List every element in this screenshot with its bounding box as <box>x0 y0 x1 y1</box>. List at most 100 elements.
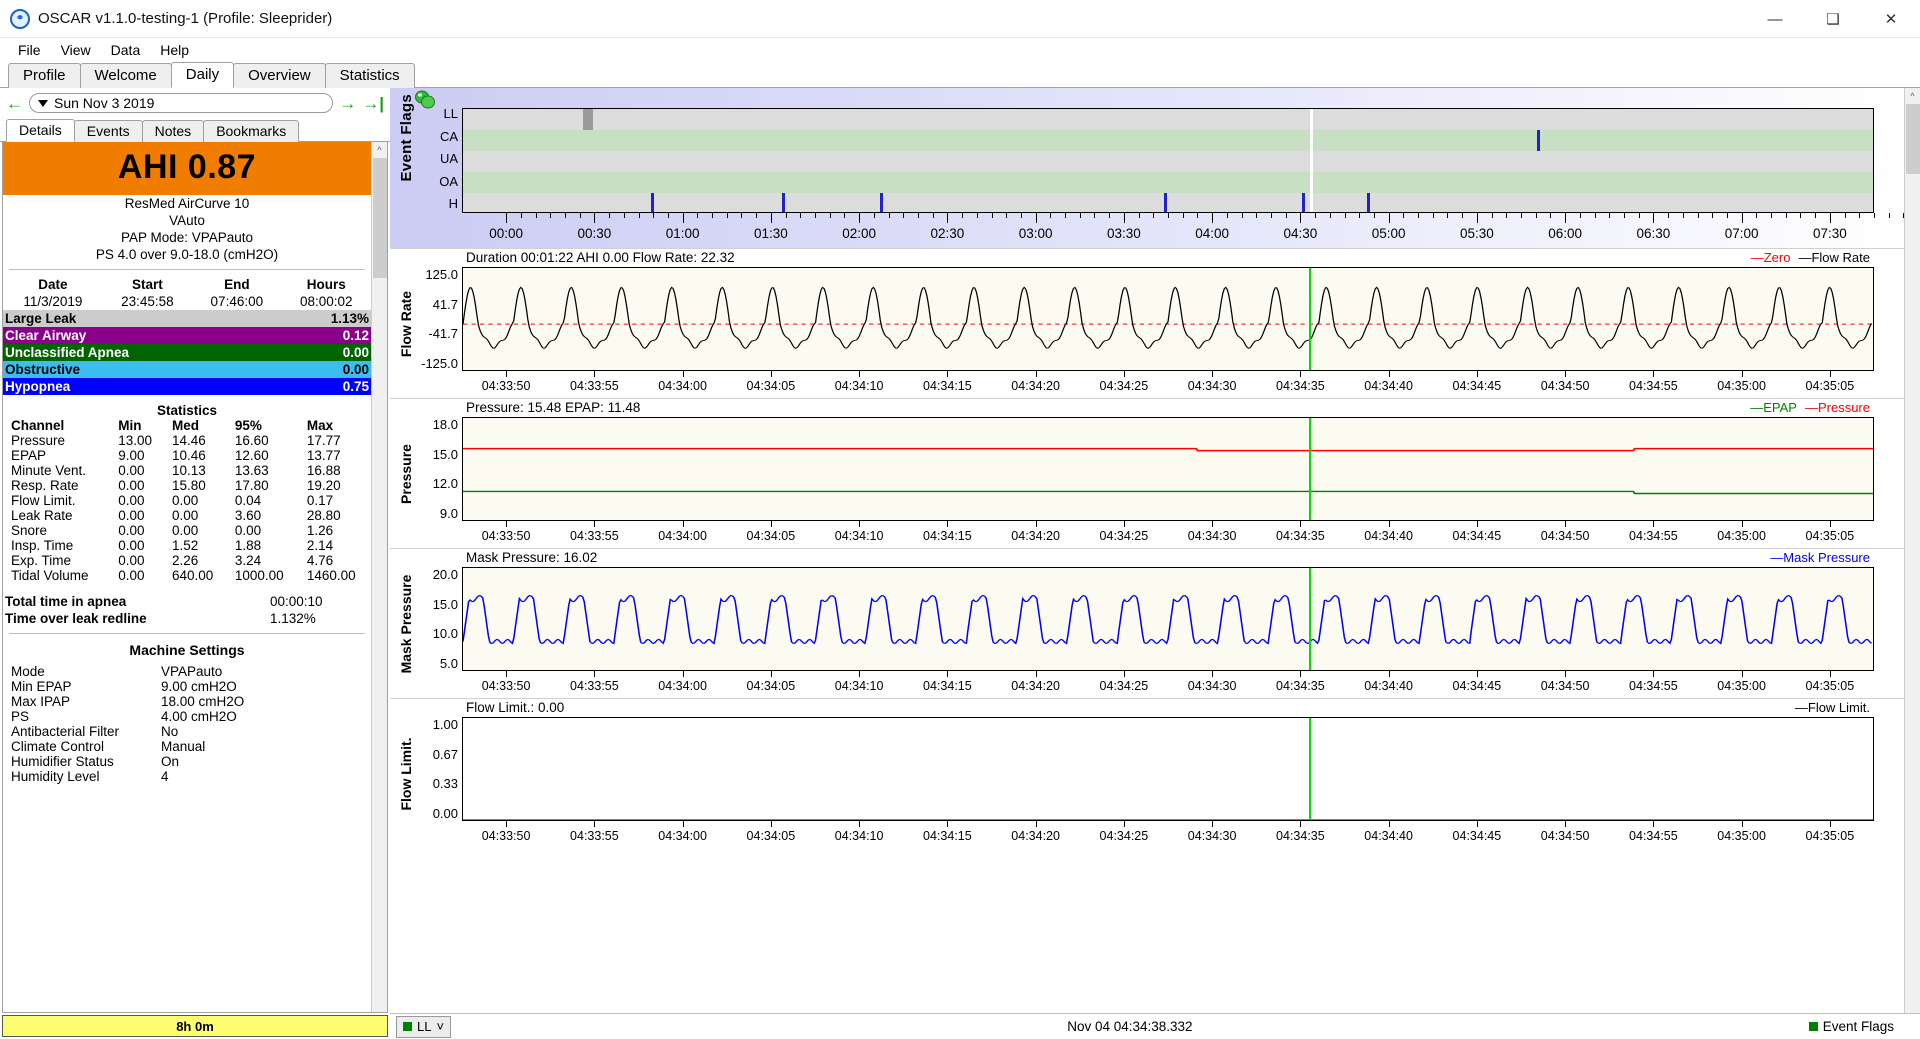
pressure-plot[interactable] <box>462 417 1874 521</box>
arrow-right-icon[interactable]: → <box>339 95 356 112</box>
legend-entry[interactable]: —Flow Limit. <box>1795 700 1870 715</box>
scroll-up-icon[interactable]: ^ <box>372 142 387 158</box>
tab-daily[interactable]: Daily <box>170 62 235 88</box>
charts-scrollbar[interactable]: ^ <box>1904 88 1920 1013</box>
flow-limit-cursor[interactable] <box>1309 718 1311 820</box>
axis-minor-tick <box>888 213 890 218</box>
stats-value: 0.17 <box>306 493 334 508</box>
menu-data[interactable]: Data <box>101 40 151 60</box>
axis-tick <box>594 521 596 527</box>
event-flags-chart[interactable]: Event Flags LL CA UA OA H 00:00 00:30 01:00 01:… <box>390 88 1905 248</box>
sub-tab-bar: Details Events Notes Bookmarks <box>0 118 390 142</box>
menu-help[interactable]: Help <box>150 40 199 60</box>
axis-label: 04:35:00 <box>1717 379 1766 393</box>
axis-tick <box>1123 671 1125 677</box>
total-label: Total time in apnea <box>5 594 127 609</box>
session-value-row: 11/3/2019 23:45:58 07:46:00 08:00:02 <box>3 293 371 310</box>
axis-minor-tick <box>903 213 905 218</box>
maximize-button[interactable]: ❑ <box>1804 0 1862 38</box>
axis-label: 04:35:05 <box>1805 529 1855 543</box>
legend-entry[interactable]: —Zero <box>1751 250 1791 265</box>
flow-rate-plot[interactable] <box>462 267 1874 371</box>
main-tab-bar: Profile Welcome Daily Overview Statistic… <box>0 62 1920 88</box>
axis-minor-tick <box>1462 213 1464 218</box>
axis-tick <box>1741 821 1743 827</box>
event-label: Large Leak <box>5 311 77 326</box>
chevron-down-icon[interactable] <box>38 99 48 107</box>
date-selector[interactable]: Sun Nov 3 2019 <box>29 93 334 113</box>
axis-minor-tick <box>1682 213 1684 218</box>
axis-minor-tick <box>712 213 714 218</box>
tab-welcome[interactable]: Welcome <box>79 63 172 88</box>
axis-minor-tick <box>1800 213 1802 218</box>
tab-overview[interactable]: Overview <box>233 63 326 88</box>
val-date: 11/3/2019 <box>23 294 83 309</box>
event-flags-plot[interactable] <box>462 108 1874 213</box>
legend-entry[interactable]: —Mask Pressure <box>1770 550 1870 565</box>
flow-rate-chart[interactable]: Flow Rate 125.0 41.7 -41.7 -125.0 Duration 00… <box>390 248 1904 398</box>
axis-label: 04:34:25 <box>1099 379 1149 393</box>
subtab-notes[interactable]: Notes <box>141 120 205 142</box>
mask-pressure-plot[interactable] <box>462 567 1874 671</box>
event-flags-cursor[interactable] <box>1310 109 1314 212</box>
axis-tick <box>1829 213 1831 223</box>
pressure-cursor[interactable] <box>1309 418 1311 520</box>
menu-file[interactable]: File <box>8 40 51 60</box>
flow-limit-chart[interactable]: Flow Limit. 1.00 0.67 0.33 0.00 Flow Limit.: … <box>390 698 1904 848</box>
stats-value: 0.00 <box>171 493 199 508</box>
event-row-label: UA <box>439 151 458 166</box>
stats-header-row: Channel Min Med 95% Max <box>3 418 371 433</box>
details-scrollbar[interactable]: ^ <box>371 142 387 1012</box>
axis-label: 00:00 <box>489 226 524 241</box>
stats-value: 4.76 <box>306 553 334 568</box>
total-row: Total time in apnea 00:00:10 <box>3 593 371 610</box>
tab-profile[interactable]: Profile <box>8 63 81 88</box>
axis-minor-tick <box>917 213 919 218</box>
pin-icon[interactable] <box>414 90 436 116</box>
axis-tick <box>1300 671 1302 677</box>
ahi-banner: AHI 0.87 <box>3 142 371 195</box>
close-button[interactable]: ✕ <box>1862 0 1920 38</box>
charts-scroll-up-icon[interactable]: ^ <box>1905 88 1920 104</box>
axis-tick <box>947 213 949 223</box>
stats-value: 1.88 <box>234 538 262 553</box>
subtab-details[interactable]: Details <box>6 119 75 142</box>
tab-statistics[interactable]: Statistics <box>324 63 415 88</box>
minimize-button[interactable]: — <box>1746 0 1804 38</box>
axis-minor-tick <box>1226 213 1228 218</box>
axis-tick <box>1829 671 1831 677</box>
stats-row: EPAP 9.00 10.46 12.60 13.77 <box>3 448 371 463</box>
charts-scrollbar-thumb[interactable] <box>1906 104 1920 174</box>
machine-setting-row: Mode VPAPauto <box>3 664 371 679</box>
chevron-down-icon[interactable]: ˅ <box>436 1019 444 1034</box>
event-marker <box>1537 130 1541 151</box>
arrow-end-icon[interactable]: →| <box>362 95 384 112</box>
stats-col-min: Min <box>118 418 142 433</box>
legend-entry[interactable]: —Flow Rate <box>1798 250 1870 265</box>
pressure-chart[interactable]: Pressure 18.0 15.0 12.0 9.0 Pressure: 15.48 E… <box>390 398 1904 548</box>
axis-tick <box>859 213 861 223</box>
mask-pressure-cursor[interactable] <box>1309 568 1311 670</box>
mask-pressure-x-labels: 04:33:50 04:33:55 04:34:00 04:34:05 04:34:10… <box>462 679 1874 695</box>
stats-value: 12.60 <box>234 448 269 463</box>
y-tick-label: 9.0 <box>439 505 458 521</box>
subtab-bookmarks[interactable]: Bookmarks <box>203 120 300 142</box>
axis-tick <box>947 521 949 527</box>
event-value: 0.00 <box>342 345 369 360</box>
flow-rate-cursor[interactable] <box>1309 268 1311 370</box>
axis-minor-tick <box>1579 213 1581 218</box>
machine-setting-row: Humidity Level 4 <box>3 769 371 784</box>
axis-minor-tick <box>1241 213 1243 218</box>
channel-selector[interactable]: LL ˅ <box>396 1015 452 1038</box>
flow-limit-plot[interactable] <box>462 717 1874 821</box>
legend-entry[interactable]: —EPAP <box>1750 400 1797 415</box>
legend-entry[interactable]: —Pressure <box>1805 400 1870 415</box>
subtab-events[interactable]: Events <box>73 120 143 142</box>
menu-view[interactable]: View <box>51 40 101 60</box>
arrow-left-icon[interactable]: ← <box>6 95 23 112</box>
flow-limit-label-column: Flow Limit. 1.00 0.67 0.33 0.00 <box>390 699 462 848</box>
axis-tick <box>1212 371 1214 377</box>
machine-setting-row: Climate Control Manual <box>3 739 371 754</box>
mask-pressure-chart[interactable]: Mask Pressure 20.0 15.0 10.0 5.0 Mask Pressur… <box>390 548 1904 698</box>
scrollbar-thumb[interactable] <box>373 158 387 278</box>
